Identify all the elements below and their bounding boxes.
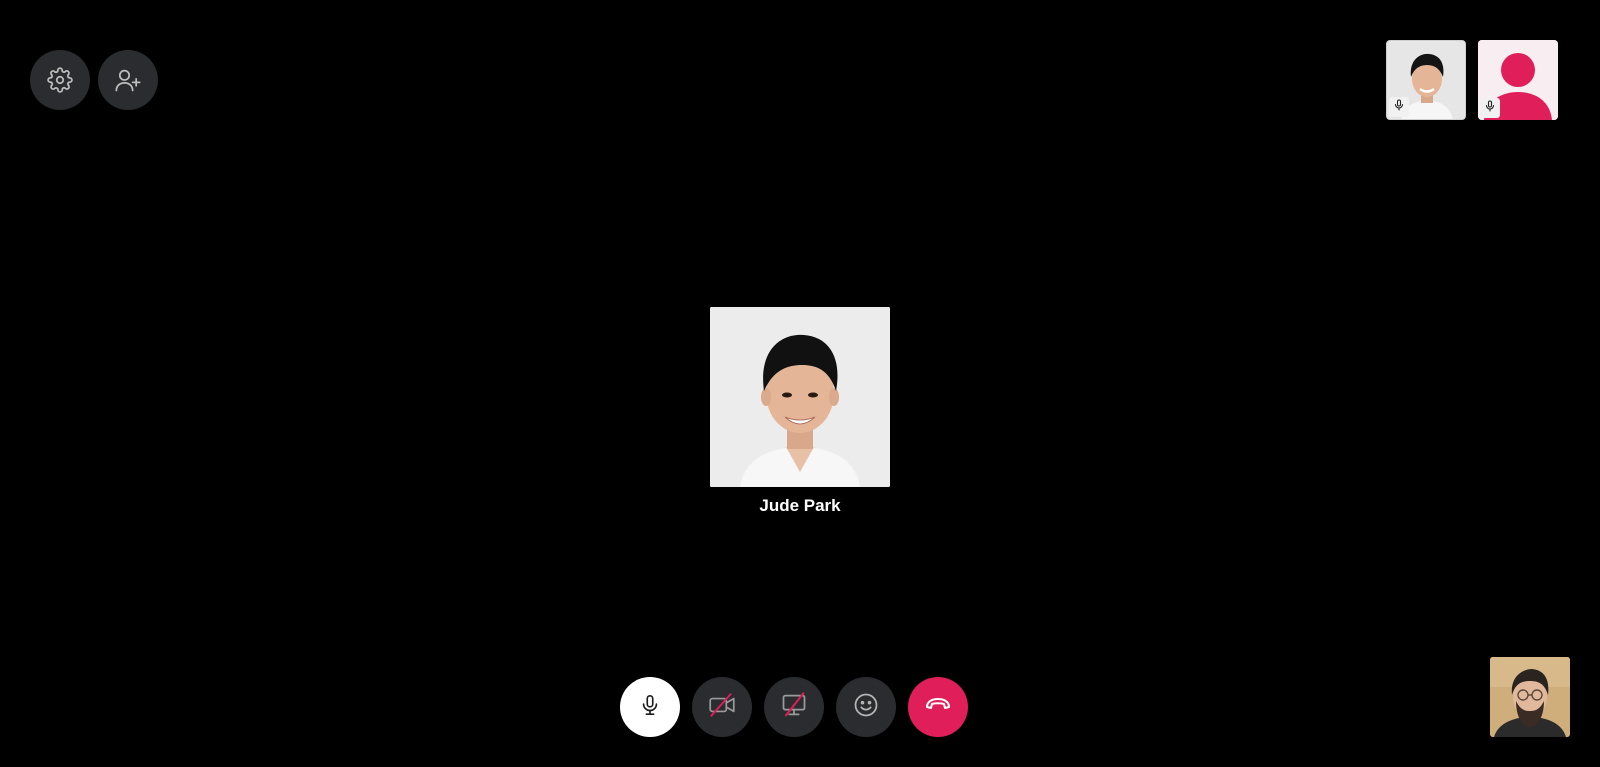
emoji-icon [852,691,880,724]
hangup-icon [924,694,952,721]
gear-icon [47,67,73,93]
call-window: Jude Park [0,0,1600,767]
participant-mic-status [1389,97,1409,117]
active-speaker-photo [710,307,890,487]
mute-button[interactable] [620,677,680,737]
mic-icon [1484,99,1496,118]
settings-button[interactable] [30,50,90,110]
participant-mic-status [1480,98,1500,118]
participant-thumbnail[interactable] [1478,40,1558,120]
screen-share-button[interactable] [764,677,824,737]
add-user-icon [114,66,142,94]
screen-share-off-icon [780,691,808,724]
video-toggle-button[interactable] [692,677,752,737]
video-off-icon [707,692,737,723]
participant-thumbnail[interactable] [1386,40,1466,120]
self-view-photo [1490,657,1570,737]
reactions-button[interactable] [836,677,896,737]
active-speaker-name: Jude Park [759,496,841,515]
active-speaker-tile [710,307,890,487]
self-view-tile[interactable] [1490,657,1570,737]
add-people-button[interactable] [98,50,158,110]
leave-call-button[interactable] [908,677,968,737]
mic-icon [1393,98,1405,117]
mic-icon [639,693,661,722]
